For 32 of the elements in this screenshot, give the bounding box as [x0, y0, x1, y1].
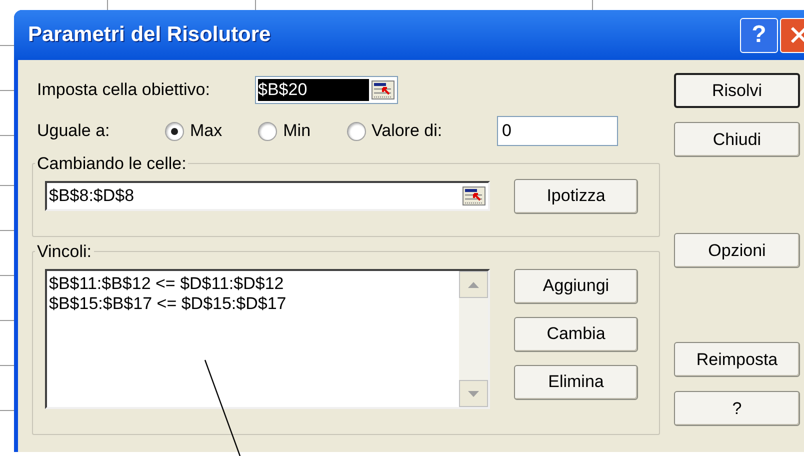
dialog-button[interactable]: Elimina [514, 364, 638, 400]
scroll-up-icon[interactable] [459, 270, 488, 298]
radio-option[interactable]: Valore di: [346, 118, 442, 144]
radio-option[interactable]: Max [165, 118, 222, 144]
close-icon [789, 25, 804, 45]
scroll-down-icon[interactable] [459, 380, 488, 406]
constraint-item[interactable]: $B$11:$B$12 <= $D$11:$D$12 [49, 274, 459, 294]
dialog-button[interactable]: Reimposta [674, 342, 800, 377]
help-button[interactable]: ? [740, 18, 778, 52]
group-label: Vincoli: [36, 241, 92, 263]
scrollbar[interactable] [459, 270, 488, 406]
dialog-button[interactable]: Cambia [514, 316, 638, 352]
dialog-button[interactable]: Opzioni [674, 233, 800, 268]
window-title: Parametri del Risolutore [28, 22, 272, 48]
radio-option[interactable]: Min [258, 118, 311, 144]
dialog-button[interactable]: Chiudi [674, 122, 800, 157]
dialog-button[interactable]: Ipotizza [514, 178, 638, 214]
collapse-dialog-icon[interactable] [462, 186, 486, 206]
field-value: $B$8:$D$8 [49, 185, 136, 208]
field-label: Uguale a: [37, 120, 111, 142]
collapse-dialog-icon[interactable] [371, 80, 395, 100]
field-label: Imposta cella obiettivo: [37, 79, 211, 102]
group-label: Cambiando le celle: [36, 153, 188, 175]
constraint-item[interactable]: $B$15:$B$17 <= $D$15:$D$17 [49, 294, 459, 314]
dialog-button[interactable]: Aggiungi [514, 268, 638, 304]
field-value: $B$20 [258, 79, 369, 101]
value-field[interactable]: 0 [497, 116, 618, 146]
dialog-button[interactable]: Risolvi [674, 73, 800, 108]
constraints-list[interactable]: $B$11:$B$12 <= $D$11:$D$12 $B$15:$B$17 <= $D$15:$D$17 [45, 268, 490, 408]
target-cell-field[interactable]: $B$20 [255, 76, 398, 104]
changing-cells-field[interactable]: $B$8:$D$8 [45, 181, 490, 211]
dialog-button[interactable]: ? [674, 391, 800, 426]
